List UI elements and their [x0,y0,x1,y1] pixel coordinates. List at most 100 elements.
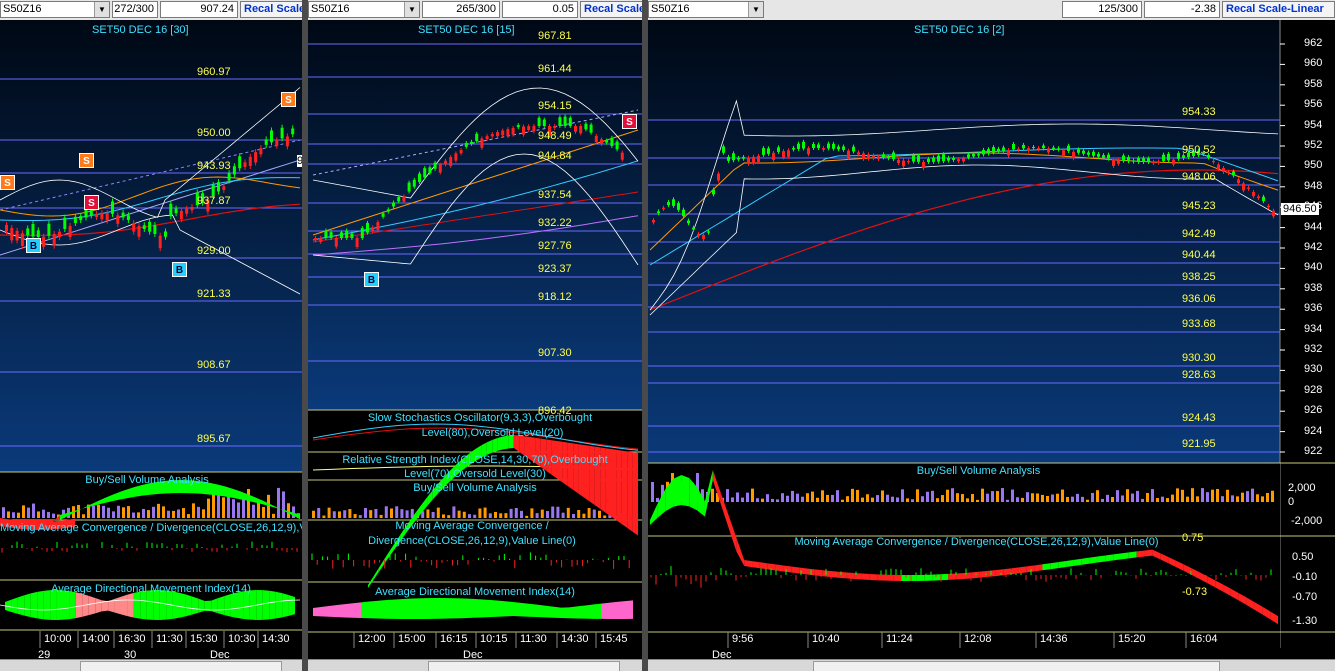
macd-title-text: Moving Average Convergence / Divergence(… [0,522,302,534]
candle-body [1112,159,1115,166]
level-label: 940.44 [1182,249,1216,261]
recal-scale-button[interactable]: Recal Scale [580,1,642,18]
adx-band [11,597,18,614]
candle-body [767,148,770,154]
candle-body [992,147,995,153]
macd-ribbon [846,572,855,580]
candle-body [345,230,349,238]
volume-bar [991,491,994,502]
candle-body [464,142,468,147]
macd-ribbon [492,438,498,453]
candle-body [782,151,785,158]
candle-body [174,208,178,214]
candle-body [185,208,189,214]
panel-toolbar: S50Z16 ▼ 125/300 -2.38 Recal Scale-Linear [648,0,1335,21]
candle-body [967,154,970,158]
scroll-thumb[interactable] [428,661,620,671]
volume-bar [232,499,235,518]
volume-bar [468,514,471,518]
chart-area[interactable]: SET50 DEC 16 [2] 954.33 950.52 948.06 945.2… [648,20,1335,671]
chevron-down-icon[interactable]: ▼ [404,2,419,17]
volume-title: Buy/Sell Volume Analysis [916,465,1041,477]
volume-bar [941,495,944,502]
symbol-select[interactable]: S50Z16 ▼ [648,1,764,18]
chart-scrollbar[interactable] [648,659,1335,671]
volume-bar [436,507,440,518]
macd-ribbon [1011,567,1019,575]
signal-marker: B [172,262,187,277]
chart-area[interactable]: SET50 DEC 16 [30] 960.97 950.00 943.93 937.… [0,20,302,671]
macd-ribbon [486,439,493,455]
candle-body [842,146,845,150]
candle-body [667,201,670,206]
volume-bar [901,489,904,502]
candle-body [697,233,700,237]
time-label: 15:30 [190,633,218,645]
candle-body [589,124,593,133]
volume-bar [1161,496,1164,502]
volume-bar [1211,489,1214,502]
chart-scrollbar[interactable] [308,659,642,671]
candle-body [1242,183,1245,191]
volume-bar [961,494,964,502]
adx-title: Average Directional Movement Index(14) [375,586,575,598]
candle-body [672,199,675,206]
volume-bar [976,499,979,502]
price-chart-svg[interactable] [308,20,642,671]
scroll-thumb[interactable] [813,661,1220,671]
candle-body [449,156,453,166]
volume-bar [896,497,899,502]
adx-band [441,598,449,619]
candle-body [259,148,263,155]
candle-body [238,156,242,169]
adx-band [313,607,321,617]
volume-bar [379,514,383,518]
price-chart-svg[interactable] [648,20,1335,671]
candle-body [402,196,406,202]
chart-scrollbar[interactable] [0,659,302,671]
adx-band [537,604,545,618]
volume-bar [651,481,654,502]
macd-ribbon [822,570,831,578]
candle-body [217,182,220,192]
volume-axis-label: -2,000 [1291,515,1323,527]
macd-ribbon [752,561,760,569]
symbol-text: S50Z16 [3,3,42,15]
symbol-select[interactable]: S50Z16 ▼ [308,1,420,18]
level-label: 948.49 [538,130,572,142]
candle-body [568,117,572,127]
chart-panel-30min: S50Z16 ▼ 272/300 907.24 Recal Scale SET50… [0,0,302,671]
level-label: 937.54 [538,189,572,201]
candle-body [1272,210,1275,217]
chevron-down-icon[interactable]: ▼ [94,2,109,17]
price-chart-svg[interactable] [0,20,302,671]
volume-bar [1011,489,1014,502]
candle-body [1247,187,1250,189]
symbol-select[interactable]: S50Z16 ▼ [0,1,110,18]
time-label: 10:40 [812,633,840,645]
macd-title-2: Divergence(CLOSE,26,12,9),Value Line(0) [368,535,576,547]
level-label: 954.33 [1182,106,1216,118]
axis-label: 960 [1304,57,1323,70]
volume-bar [1016,497,1019,502]
recal-scale-button[interactable]: Recal Scale [240,1,302,18]
volume-bar [242,498,245,518]
recal-scale-linear-button[interactable]: Recal Scale-Linear [1222,1,1335,18]
volume-bar [871,497,874,502]
candle-body [329,232,333,238]
chevron-down-icon[interactable]: ▼ [748,2,763,17]
adx-band [282,593,289,618]
candle-body [712,189,715,195]
last-price-label: 946.50 [1281,203,1319,215]
volume-bar [791,490,794,502]
volume-bar [1196,496,1199,502]
macd-ribbon [885,574,894,581]
scroll-thumb[interactable] [80,661,282,671]
volume-bar [1146,493,1149,502]
macd-ribbon [767,563,776,571]
adx-band [609,601,617,619]
candle-body [1107,154,1110,159]
signal-marker: S [0,175,15,190]
chart-area[interactable]: SET50 DEC 16 [15] 967.81 961.44 954.15 948.… [308,20,642,671]
volume-bar [287,503,290,518]
